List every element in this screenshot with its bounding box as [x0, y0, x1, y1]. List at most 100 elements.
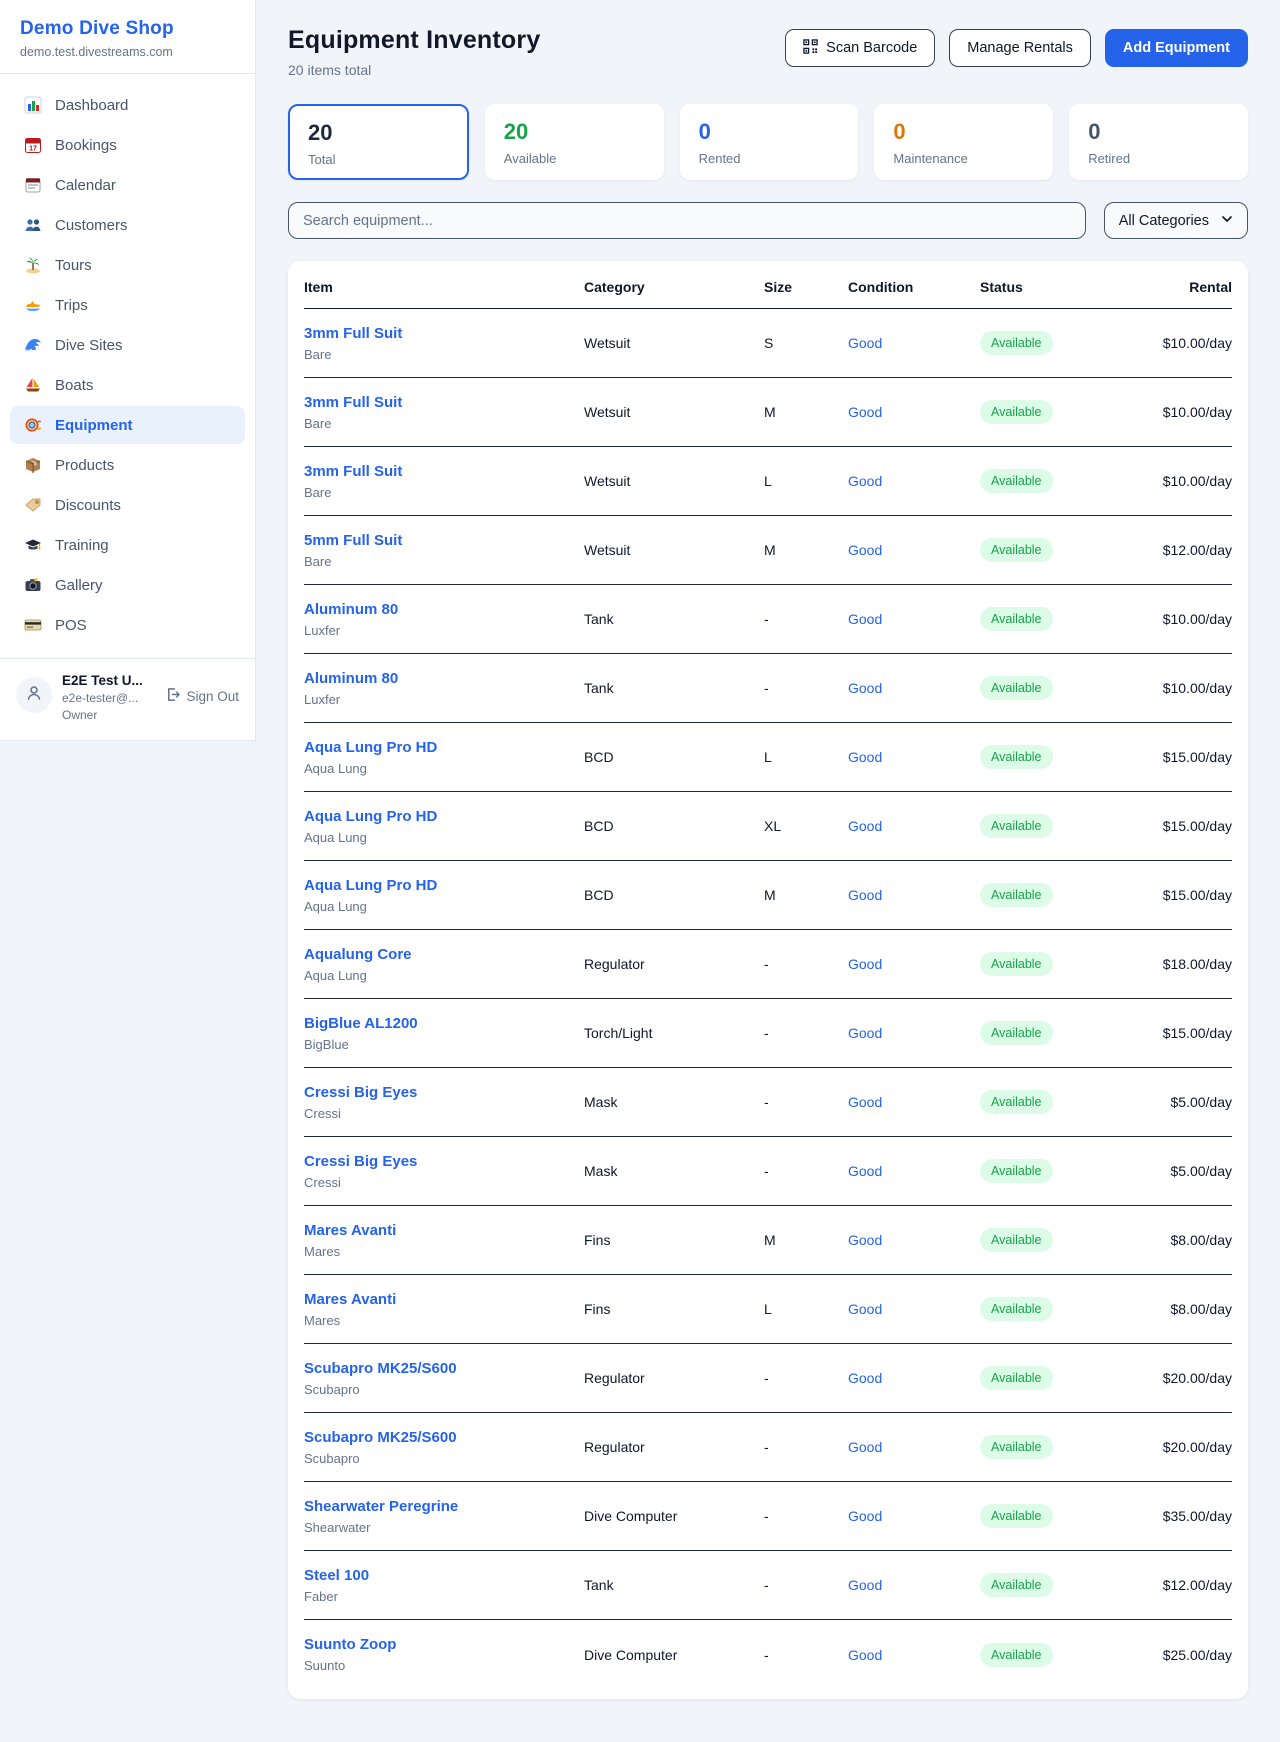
item-name-link[interactable]: 5mm Full Suit [304, 532, 584, 549]
sidebar-item-label: Training [55, 537, 109, 554]
condition-link[interactable]: Good [848, 1163, 882, 1179]
sidebar-item-products[interactable]: Products [10, 446, 245, 484]
item-size: M [764, 542, 848, 558]
condition-link[interactable]: Good [848, 1577, 882, 1593]
item-category: Regulator [584, 1370, 764, 1386]
item-name-link[interactable]: Aluminum 80 [304, 601, 584, 618]
rental-price: $10.00/day [1163, 680, 1232, 696]
table-header-row: ItemCategorySizeConditionStatusRental [304, 265, 1232, 309]
item-name-link[interactable]: Aqua Lung Pro HD [304, 739, 584, 756]
stat-card-available[interactable]: 20 Available [485, 104, 664, 180]
rental-price: $12.00/day [1163, 1577, 1232, 1593]
sidebar-item-equipment[interactable]: Equipment [10, 406, 245, 444]
item-name-link[interactable]: Scubapro MK25/S600 [304, 1429, 584, 1446]
item-category: Wetsuit [584, 473, 764, 489]
stat-card-maintenance[interactable]: 0 Maintenance [874, 104, 1053, 180]
sidebar-item-dive-sites[interactable]: Dive Sites [10, 326, 245, 364]
condition-link[interactable]: Good [848, 749, 882, 765]
bar-chart-icon [24, 96, 42, 114]
table-row: Mares Avanti Mares Fins M Good Available… [304, 1206, 1232, 1275]
item-name-link[interactable]: Aluminum 80 [304, 670, 584, 687]
status-badge: Available [980, 1159, 1053, 1183]
condition-link[interactable]: Good [848, 1232, 882, 1248]
condition-link[interactable]: Good [848, 1508, 882, 1524]
sidebar-item-pos[interactable]: POS [10, 606, 245, 644]
stat-card-retired[interactable]: 0 Retired [1069, 104, 1248, 180]
condition-link[interactable]: Good [848, 542, 882, 558]
rental-price: $8.00/day [1171, 1301, 1233, 1317]
column-header-rental: Rental [1160, 279, 1232, 295]
condition-link[interactable]: Good [848, 1301, 882, 1317]
item-name-link[interactable]: Aqua Lung Pro HD [304, 877, 584, 894]
condition-link[interactable]: Good [848, 1647, 882, 1663]
sidebar-item-gallery[interactable]: Gallery [10, 566, 245, 604]
sidebar-item-discounts[interactable]: Discounts [10, 486, 245, 524]
item-name-link[interactable]: Aqua Lung Pro HD [304, 808, 584, 825]
stat-card-rented[interactable]: 0 Rented [680, 104, 859, 180]
item-name-link[interactable]: Scubapro MK25/S600 [304, 1360, 584, 1377]
sidebar-item-customers[interactable]: Customers [10, 206, 245, 244]
item-name-link[interactable]: 3mm Full Suit [304, 463, 584, 480]
sidebar-item-bookings[interactable]: 17 Bookings [10, 126, 245, 164]
item-name-link[interactable]: 3mm Full Suit [304, 325, 584, 342]
item-name-link[interactable]: Shearwater Peregrine [304, 1498, 584, 1515]
sidebar-item-calendar[interactable]: Calendar [10, 166, 245, 204]
sidebar-item-tours[interactable]: Tours [10, 246, 245, 284]
condition-link[interactable]: Good [848, 1439, 882, 1455]
sidebar-item-training[interactable]: Training [10, 526, 245, 564]
condition-link[interactable]: Good [848, 818, 882, 834]
condition-link[interactable]: Good [848, 611, 882, 627]
item-size: M [764, 887, 848, 903]
sidebar-item-boats[interactable]: Boats [10, 366, 245, 404]
item-name-link[interactable]: Cressi Big Eyes [304, 1084, 584, 1101]
condition-link[interactable]: Good [848, 335, 882, 351]
manage-rentals-button[interactable]: Manage Rentals [949, 29, 1091, 67]
category-select[interactable]: All Categories [1104, 202, 1248, 239]
sidebar-item-label: Tours [55, 257, 92, 274]
scan-barcode-label: Scan Barcode [826, 40, 917, 56]
condition-link[interactable]: Good [848, 1094, 882, 1110]
sidebar-item-trips[interactable]: Trips [10, 286, 245, 324]
item-category: Tank [584, 611, 764, 627]
sidebar-item-label: POS [55, 617, 87, 634]
sidebar-item-label: Customers [55, 217, 128, 234]
condition-link[interactable]: Good [848, 1370, 882, 1386]
condition-link[interactable]: Good [848, 887, 882, 903]
search-input[interactable] [288, 202, 1086, 239]
svg-text:17: 17 [29, 146, 37, 153]
items-total: 20 items total [288, 62, 540, 78]
item-name-link[interactable]: Mares Avanti [304, 1222, 584, 1239]
item-name-link[interactable]: 3mm Full Suit [304, 394, 584, 411]
item-size: - [764, 1094, 848, 1110]
item-name-link[interactable]: Steel 100 [304, 1567, 584, 1584]
condition-link[interactable]: Good [848, 1025, 882, 1041]
table-row: 3mm Full Suit Bare Wetsuit M Good Availa… [304, 378, 1232, 447]
sidebar-item-dashboard[interactable]: Dashboard [10, 86, 245, 124]
status-badge: Available [980, 1573, 1053, 1597]
stat-card-total[interactable]: 20 Total [288, 104, 469, 180]
condition-link[interactable]: Good [848, 680, 882, 696]
condition-link[interactable]: Good [848, 473, 882, 489]
item-brand: Bare [304, 416, 584, 431]
item-brand: Bare [304, 485, 584, 500]
item-size: - [764, 1577, 848, 1593]
item-name-link[interactable]: Cressi Big Eyes [304, 1153, 584, 1170]
shop-name[interactable]: Demo Dive Shop [20, 18, 235, 40]
item-name-link[interactable]: BigBlue AL1200 [304, 1015, 584, 1032]
condition-link[interactable]: Good [848, 956, 882, 972]
condition-link[interactable]: Good [848, 404, 882, 420]
table-row: 3mm Full Suit Bare Wetsuit S Good Availa… [304, 309, 1232, 378]
status-badge: Available [980, 1504, 1053, 1528]
item-name-link[interactable]: Aqualung Core [304, 946, 584, 963]
scan-barcode-button[interactable]: Scan Barcode [785, 29, 935, 67]
sign-out-icon [165, 687, 180, 705]
item-name-link[interactable]: Suunto Zoop [304, 1636, 584, 1653]
table-row: Aluminum 80 Luxfer Tank - Good Available… [304, 654, 1232, 723]
item-size: - [764, 680, 848, 696]
sign-out-button[interactable]: Sign Out [165, 687, 239, 705]
add-equipment-button[interactable]: Add Equipment [1105, 29, 1248, 67]
item-category: Fins [584, 1232, 764, 1248]
rental-price: $20.00/day [1163, 1439, 1232, 1455]
item-name-link[interactable]: Mares Avanti [304, 1291, 584, 1308]
sidebar-item-label: Gallery [55, 577, 103, 594]
